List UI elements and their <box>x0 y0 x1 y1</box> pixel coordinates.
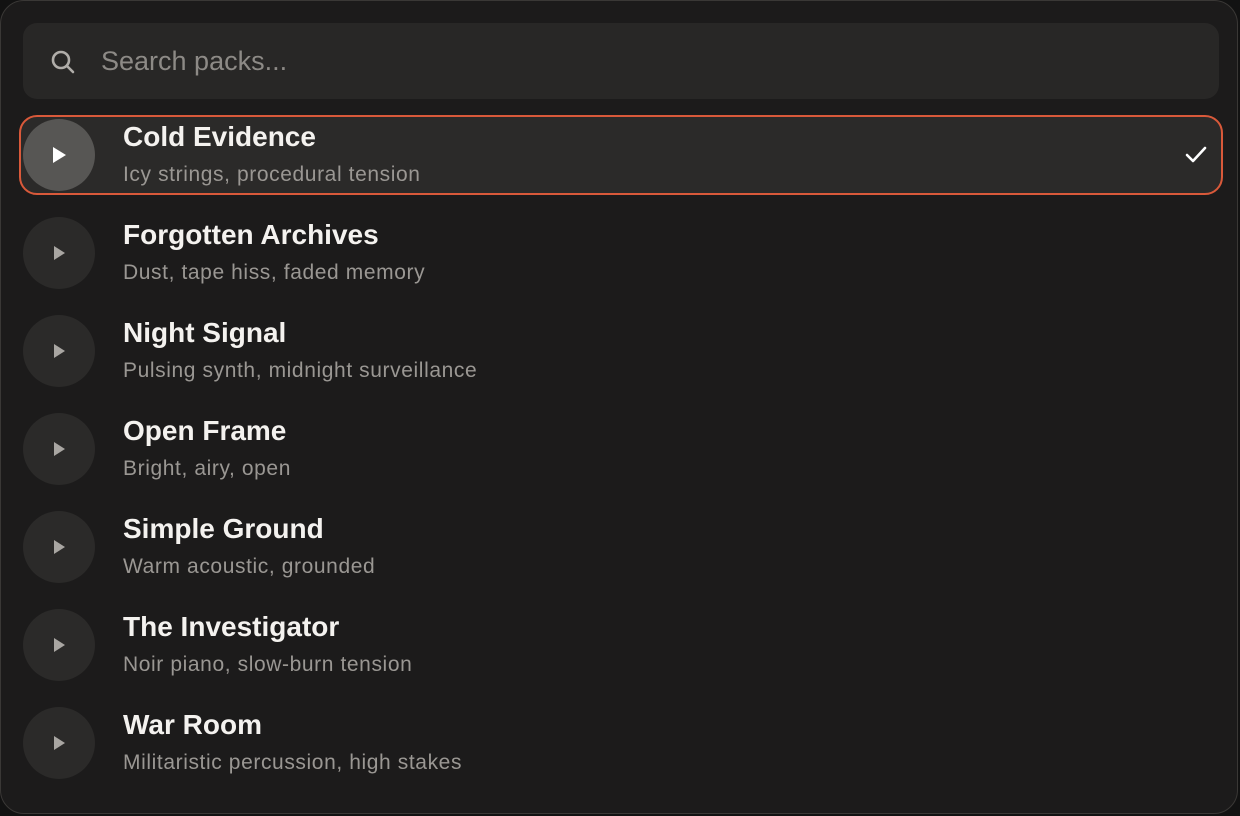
play-button[interactable] <box>23 217 95 289</box>
pack-title: War Room <box>123 709 262 740</box>
pack-item-forgotten-archives[interactable]: Forgotten Archives Dust, tape hiss, fade… <box>1 213 1237 311</box>
play-icon <box>54 344 65 358</box>
pack-subtitle: Noir piano, slow-burn tension <box>123 653 413 676</box>
play-icon <box>54 638 65 652</box>
pack-title: Forgotten Archives <box>123 219 379 250</box>
play-button[interactable] <box>23 511 95 583</box>
search-input[interactable] <box>101 23 1181 99</box>
play-button[interactable] <box>23 707 95 779</box>
pack-subtitle: Pulsing synth, midnight surveillance <box>123 359 478 382</box>
pack-item-open-frame[interactable]: Open Frame Bright, airy, open <box>1 409 1237 507</box>
play-icon <box>53 147 66 163</box>
play-button[interactable] <box>23 413 95 485</box>
pack-item-the-investigator[interactable]: The Investigator Noir piano, slow-burn t… <box>1 605 1237 703</box>
pack-subtitle: Militaristic percussion, high stakes <box>123 751 463 774</box>
search-icon <box>51 50 75 74</box>
pack-item-simple-ground[interactable]: Simple Ground Warm acoustic, grounded <box>1 507 1237 605</box>
pack-item-war-room[interactable]: War Room Militaristic percussion, high s… <box>1 703 1237 801</box>
check-icon <box>1185 146 1207 163</box>
play-button[interactable] <box>23 315 95 387</box>
pack-item-cold-evidence[interactable]: Cold Evidence Icy strings, procedural te… <box>1 115 1237 213</box>
pack-picker-panel: Cold Evidence Icy strings, procedural te… <box>0 0 1238 814</box>
pack-list: Cold Evidence Icy strings, procedural te… <box>1 115 1237 801</box>
pack-title: Open Frame <box>123 415 287 446</box>
play-icon <box>54 442 65 456</box>
pack-title: Simple Ground <box>123 513 324 544</box>
pack-title: Cold Evidence <box>123 121 316 152</box>
play-button[interactable] <box>23 119 95 191</box>
play-icon <box>54 736 65 750</box>
search-bar[interactable] <box>23 23 1219 99</box>
pack-item-night-signal[interactable]: Night Signal Pulsing synth, midnight sur… <box>1 311 1237 409</box>
play-icon <box>54 540 65 554</box>
pack-title: Night Signal <box>123 317 287 348</box>
pack-subtitle: Bright, airy, open <box>123 457 291 480</box>
play-icon <box>54 246 65 260</box>
pack-subtitle: Dust, tape hiss, faded memory <box>123 261 426 284</box>
pack-subtitle: Warm acoustic, grounded <box>123 555 376 578</box>
pack-subtitle: Icy strings, procedural tension <box>123 163 421 186</box>
play-button[interactable] <box>23 609 95 681</box>
pack-title: The Investigator <box>123 611 340 642</box>
